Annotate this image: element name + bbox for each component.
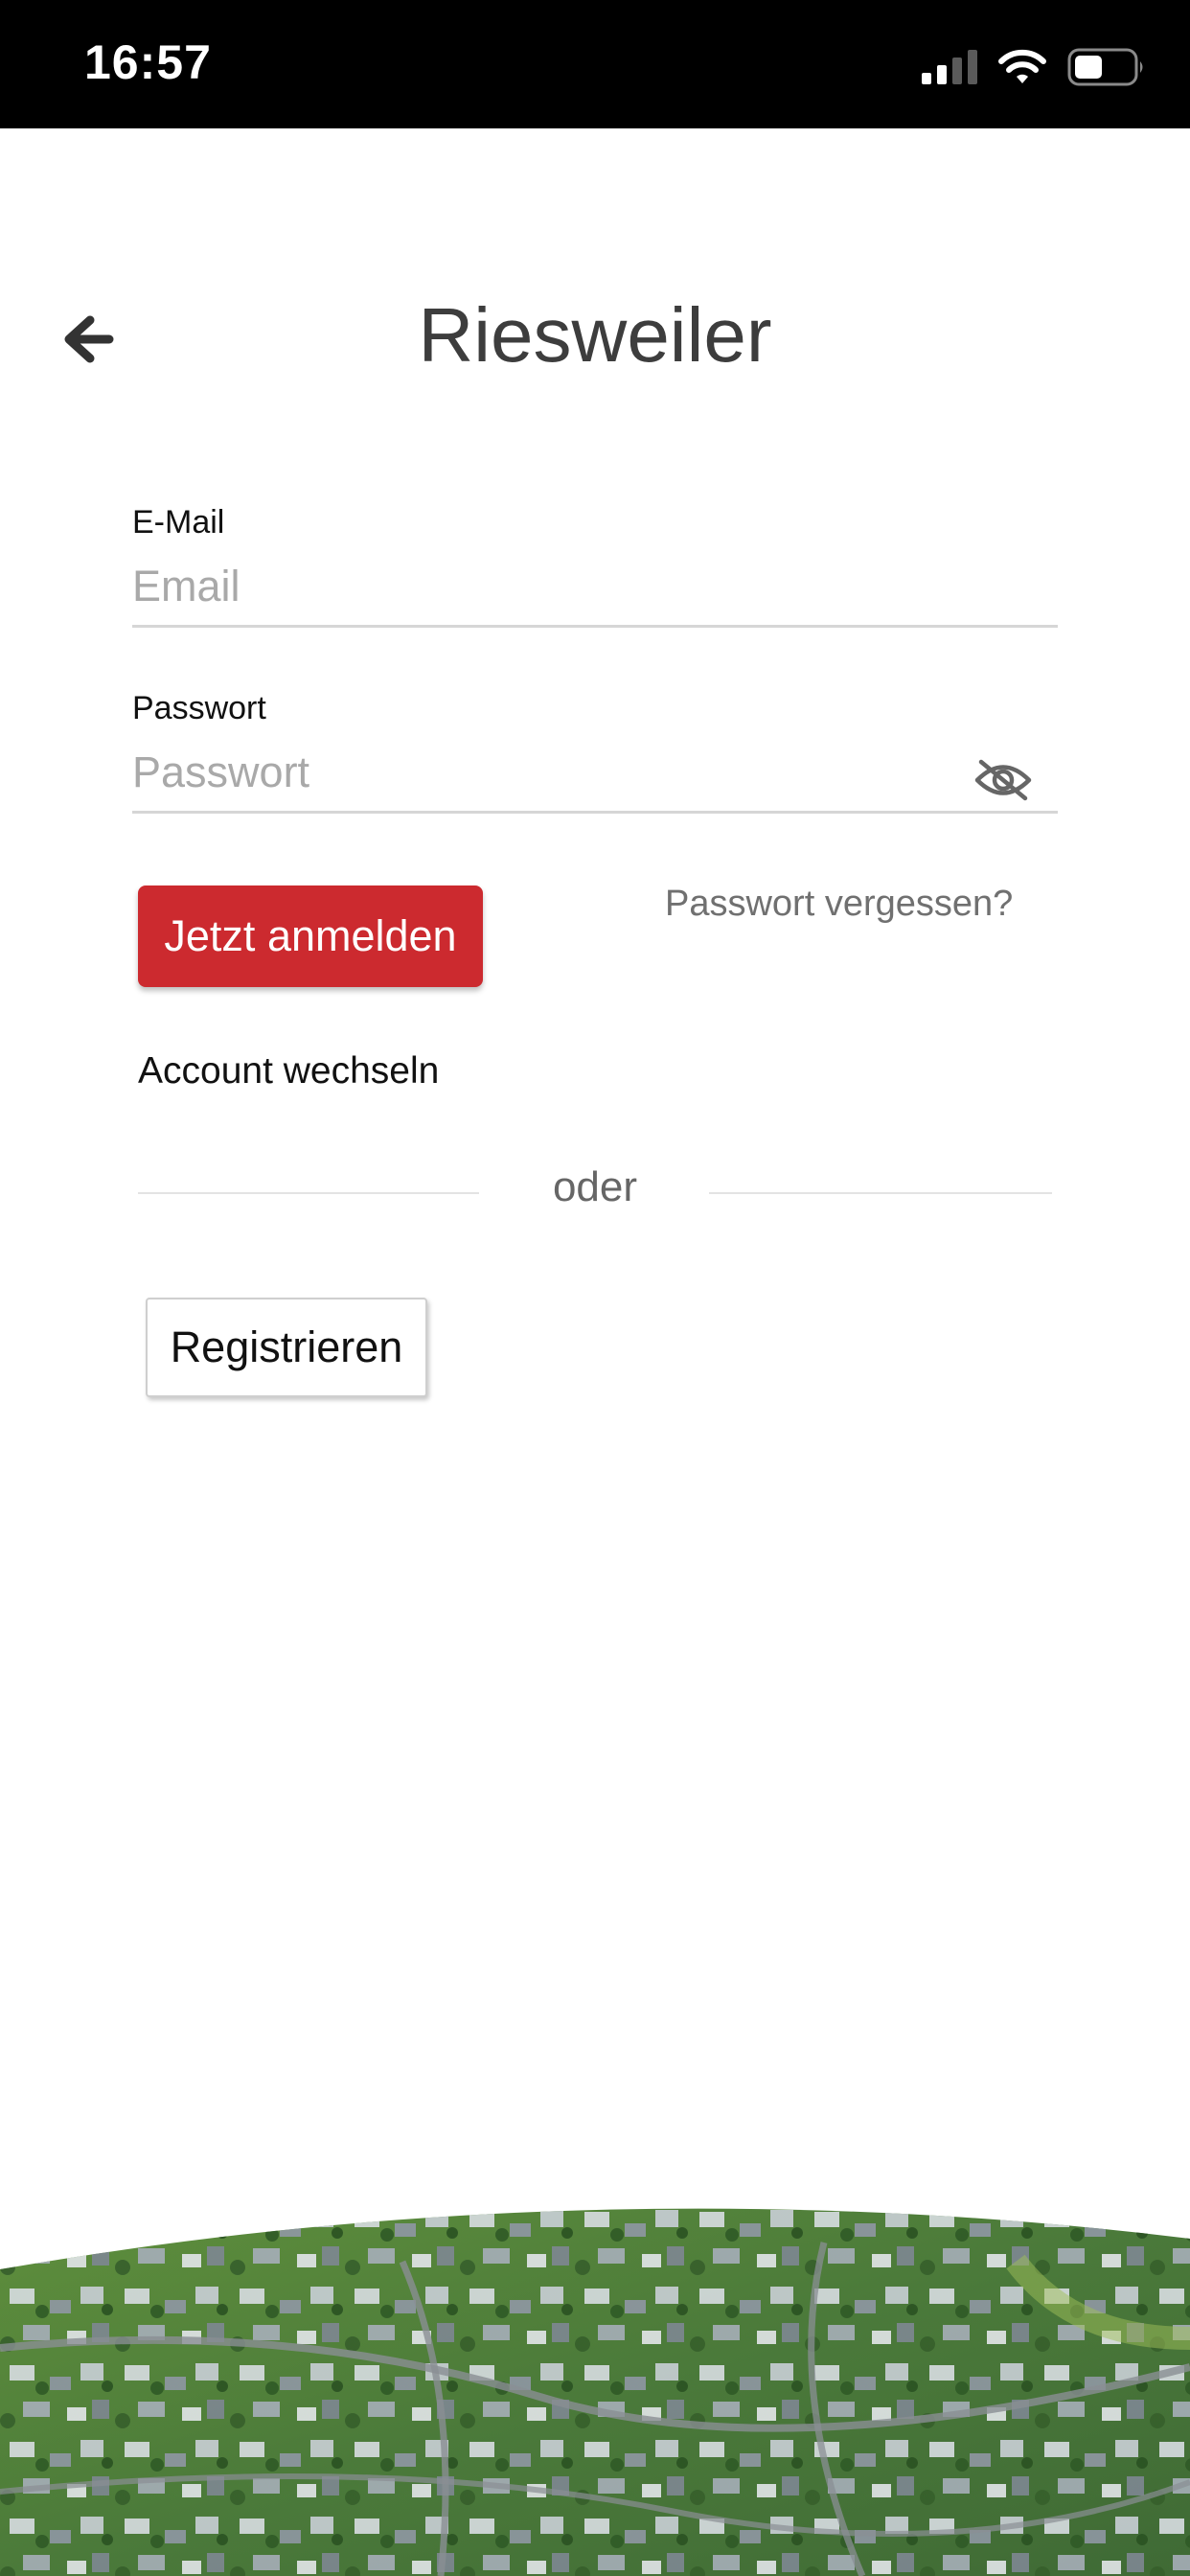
password-input[interactable]	[132, 734, 1058, 811]
switch-account-link[interactable]: Account wechseln	[138, 1050, 439, 1092]
email-underline	[132, 625, 1058, 628]
password-field-group: Passwort	[132, 690, 1058, 814]
wifi-icon	[998, 49, 1046, 83]
email-input[interactable]	[132, 548, 1058, 625]
signal-icon	[922, 50, 977, 84]
page-title: Riesweiler	[418, 292, 772, 378]
divider-label: oder	[552, 1163, 638, 1210]
aerial-village-photo	[0, 2208, 1190, 2576]
header: Riesweiler	[0, 268, 1190, 412]
divider-line-right	[709, 1192, 1052, 1194]
password-label: Passwort	[132, 690, 266, 726]
status-time: 16:57	[84, 35, 212, 89]
login-button[interactable]: Jetzt anmelden	[138, 886, 483, 987]
forgot-password-link[interactable]: Passwort vergessen?	[665, 884, 1013, 925]
password-underline	[132, 811, 1058, 814]
register-button[interactable]: Registrieren	[146, 1298, 427, 1397]
battery-icon	[1067, 48, 1143, 86]
email-label: E-Mail	[132, 504, 225, 540]
status-bar: 16:57	[0, 0, 1190, 128]
status-icons	[922, 48, 1146, 86]
email-field-group: E-Mail	[132, 504, 1058, 628]
eye-off-icon	[974, 759, 1032, 801]
password-visibility-toggle[interactable]	[972, 753, 1035, 807]
